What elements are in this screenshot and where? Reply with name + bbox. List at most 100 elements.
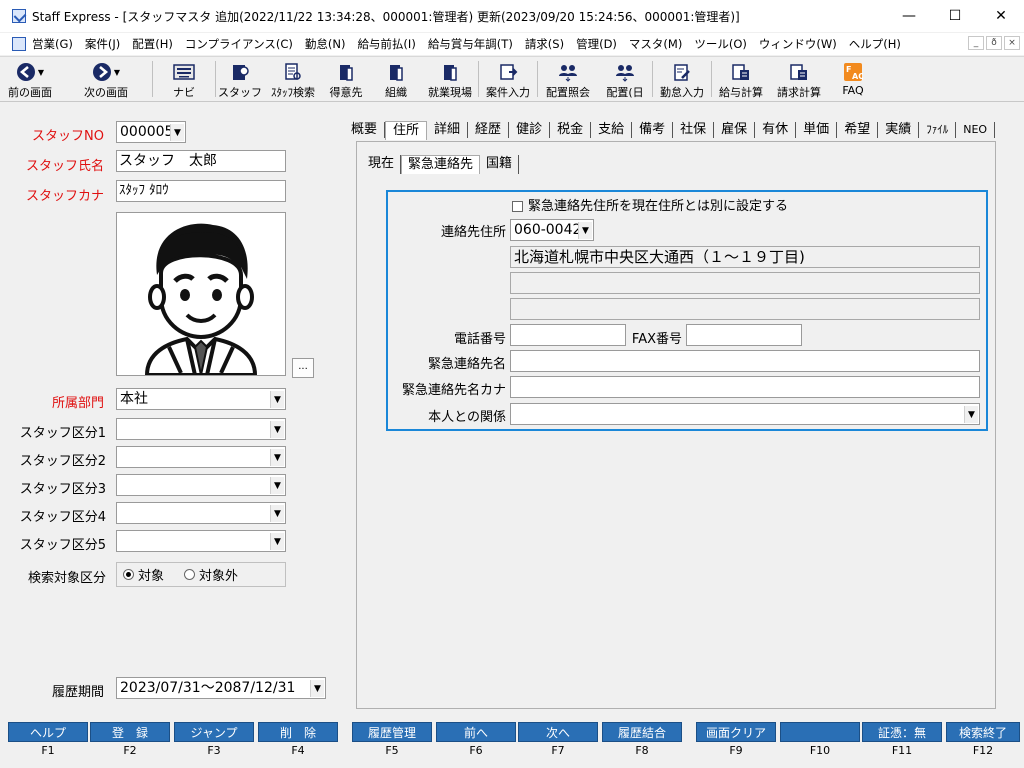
category4-combo[interactable]: ▼ [116,502,286,524]
tab-employment-insurance[interactable]: 雇保 [714,122,756,138]
f5-history-manage-button[interactable]: 履歴管理 [352,722,432,742]
toolbar-payroll-calc-button[interactable]: 給与計算 [712,57,770,101]
mdi-close-button[interactable]: × [1004,36,1020,50]
menu-admin[interactable]: 管理(D) [570,36,623,52]
tab-career[interactable]: 経歴 [468,122,510,138]
menu-jobs[interactable]: 案件(J) [79,36,126,52]
staff-name-input[interactable]: スタッフ 太郎 [116,150,286,172]
radio-target-off[interactable] [184,569,196,580]
relation-combo[interactable]: ▼ [510,403,980,425]
tab-files[interactable]: ﾌｧｲﾙ [919,122,957,138]
tab-address[interactable]: 住所 [385,120,428,140]
f9-clear-screen-button[interactable]: 画面クリア [696,722,776,742]
close-button[interactable]: ✕ [978,0,1024,32]
tab-unit-price[interactable]: 単価 [796,122,838,138]
toolbar-faq-button[interactable]: F AQ FAQ [828,57,878,101]
address-line2-field[interactable] [510,272,980,294]
chevron-down-icon[interactable]: ▼ [270,421,284,438]
toolbar-staff-button[interactable]: スタッフ [216,57,264,101]
minimize-button[interactable]: — [886,0,932,32]
f1-help-button[interactable]: ヘルプ [8,722,88,742]
tab-social-insurance[interactable]: 社保 [673,122,715,138]
subtab-current[interactable]: 現在 [362,155,402,174]
chevron-down-icon[interactable]: ▼ [270,391,284,408]
tab-results[interactable]: 実績 [878,122,920,138]
chevron-down-icon[interactable]: ▼ [270,533,284,550]
chevron-down-icon[interactable]: ▼ [964,406,978,423]
menu-placement[interactable]: 配置(H) [126,36,179,52]
toolbar-staff-search-button[interactable]: ｽﾀｯﾌ検索 [264,57,322,101]
tab-overview[interactable]: 概要 [344,122,386,138]
staff-no-combo[interactable]: 000005 ▼ [116,121,186,143]
subtab-emergency-contact[interactable]: 緊急連絡先 [401,155,481,174]
menu-help[interactable]: ヘルプ(H) [843,36,907,52]
f12-end-search-button[interactable]: 検索終了 [946,722,1020,742]
toolbar-organization-button[interactable]: 組織 [370,57,422,101]
toolbar-back-button[interactable]: ▼ 前の画面 [0,57,60,101]
fax-input[interactable] [686,324,802,346]
tab-tax[interactable]: 税金 [550,122,592,138]
menu-advance-pay[interactable]: 給与前払(I) [351,36,421,52]
mdi-minimize-button[interactable]: _ [968,36,984,50]
photo-browse-button[interactable]: ... [292,358,314,378]
category1-combo[interactable]: ▼ [116,418,286,440]
contact-name-input[interactable] [510,350,980,372]
radio-target-on[interactable] [123,569,134,580]
f10-blank-button[interactable] [780,722,860,742]
f11-voucher-button[interactable]: 証憑：無 [862,722,942,742]
menu-payroll[interactable]: 給与賞与年調(T) [422,36,519,52]
history-period-combo[interactable]: 2023/07/31〜2087/12/31 ▼ [116,677,326,699]
address-line1-field[interactable]: 北海道札幌市中央区大通西（１〜１９丁目) [510,246,980,268]
contact-kana-input[interactable] [510,376,980,398]
f4-delete-button[interactable]: 削 除 [258,722,338,742]
tab-payment[interactable]: 支給 [591,122,633,138]
tab-health-check[interactable]: 健診 [509,122,551,138]
toolbar-billing-calc-button[interactable]: 請求計算 [770,57,828,101]
maximize-button[interactable]: ☐ [932,0,978,32]
tab-details[interactable]: 詳細 [427,122,469,138]
toolbar-placement-inquiry-button[interactable]: 配置照会 [538,57,598,101]
category3-combo[interactable]: ▼ [116,474,286,496]
separate-address-checkbox-row[interactable]: 緊急連絡先住所を現在住所とは別に設定する [512,195,788,214]
tab-notes[interactable]: 備考 [632,122,674,138]
tab-neo[interactable]: NEO [956,122,996,138]
chevron-down-icon[interactable]: ▼ [170,124,184,141]
chevron-down-icon[interactable]: ▼ [270,505,284,522]
menu-billing[interactable]: 請求(S) [519,36,570,52]
tab-wishes[interactable]: 希望 [837,122,879,138]
separate-address-checkbox[interactable] [512,201,523,212]
f8-history-merge-button[interactable]: 履歴結合 [602,722,682,742]
menu-compliance[interactable]: コンプライアンス(C) [179,36,299,52]
f3-jump-button[interactable]: ジャンプ [174,722,254,742]
chevron-down-icon[interactable]: ▼ [270,477,284,494]
menu-attendance[interactable]: 勤怠(N) [299,36,352,52]
toolbar-placement-daily-button[interactable]: 配置(日 [598,57,652,101]
toolbar-job-entry-button[interactable]: 案件入力 [479,57,537,101]
menu-sales[interactable]: 営業(G) [26,36,79,52]
dept-combo[interactable]: 本社 ▼ [116,388,286,410]
toolbar-navi-button[interactable]: ナビ [153,57,215,101]
f6-prev-button[interactable]: 前へ [436,722,516,742]
address-line3-field[interactable] [510,298,980,320]
f7-next-button[interactable]: 次へ [518,722,598,742]
staff-icon [233,65,249,80]
category2-combo[interactable]: ▼ [116,446,286,468]
mdi-restore-button[interactable]: ð [986,36,1002,50]
menu-window[interactable]: ウィンドウ(W) [753,36,843,52]
toolbar-client-button[interactable]: 得意先 [322,57,370,101]
phone-input[interactable] [510,324,626,346]
toolbar-worksite-button[interactable]: 就業現場 [422,57,478,101]
menu-tools[interactable]: ツール(O) [688,36,753,52]
chevron-down-icon[interactable]: ▼ [310,680,324,697]
chevron-down-icon[interactable]: ▼ [270,449,284,466]
toolbar-forward-button[interactable]: ▼ 次の画面 [60,57,152,101]
subtab-nationality[interactable]: 国籍 [480,155,520,174]
staff-kana-input[interactable]: ｽﾀｯﾌ ﾀﾛｳ [116,180,286,202]
f2-register-button[interactable]: 登 録 [90,722,170,742]
tab-paid-leave[interactable]: 有休 [755,122,797,138]
category5-combo[interactable]: ▼ [116,530,286,552]
menu-master[interactable]: マスタ(M) [623,36,688,52]
toolbar-attendance-entry-button[interactable]: 勤怠入力 [653,57,711,101]
postal-code-combo[interactable]: 060-0042 ▼ [510,219,594,241]
chevron-down-icon[interactable]: ▼ [578,222,592,239]
